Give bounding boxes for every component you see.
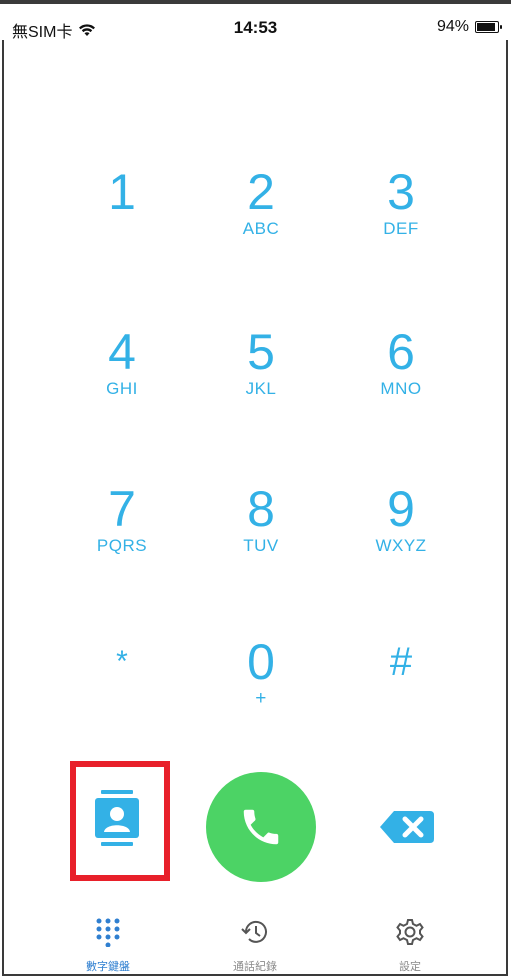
- key-star[interactable]: *: [62, 635, 182, 745]
- key-3[interactable]: 3 DEF: [341, 165, 461, 275]
- battery-status: 94%: [436, 18, 502, 36]
- key-2[interactable]: 2 ABC: [201, 165, 321, 275]
- key-6[interactable]: 6 MNO: [341, 325, 461, 435]
- tab-label: 通話紀錄: [233, 961, 277, 973]
- keypad-icon: [96, 918, 120, 948]
- battery-percent: 94%: [436, 18, 469, 35]
- tab-label: 設定: [399, 961, 421, 973]
- key-5[interactable]: 5 JKL: [201, 325, 321, 435]
- key-hash[interactable]: #: [341, 635, 461, 745]
- key-8[interactable]: 8 TUV: [201, 482, 321, 592]
- contacts-icon: [95, 790, 139, 846]
- tab-keypad[interactable]: 數字鍵盤: [48, 917, 168, 974]
- tab-label: 數字鍵盤: [86, 961, 130, 973]
- tab-bar: 數字鍵盤 通話紀錄 設定: [0, 905, 511, 978]
- key-0[interactable]: 0 +: [201, 635, 321, 745]
- key-9[interactable]: 9 WXYZ: [341, 482, 461, 592]
- tab-settings[interactable]: 設定: [350, 917, 470, 974]
- phone-icon: [243, 809, 279, 845]
- status-bar: 無SIM卡 14:53 94%: [0, 0, 511, 41]
- battery-icon: [475, 21, 502, 33]
- delete-button[interactable]: [376, 807, 436, 847]
- call-button[interactable]: [206, 772, 316, 882]
- clock: 14:53: [233, 18, 278, 37]
- contacts-button[interactable]: [92, 789, 142, 853]
- gear-icon: [396, 919, 424, 945]
- history-icon: [241, 920, 267, 943]
- backspace-icon: [380, 811, 434, 843]
- key-1[interactable]: 1: [62, 165, 182, 275]
- tab-history[interactable]: 通話紀錄: [195, 917, 315, 974]
- key-7[interactable]: 7 PQRS: [62, 482, 182, 592]
- key-4[interactable]: 4 GHI: [62, 325, 182, 435]
- dialer-actions: [0, 757, 511, 887]
